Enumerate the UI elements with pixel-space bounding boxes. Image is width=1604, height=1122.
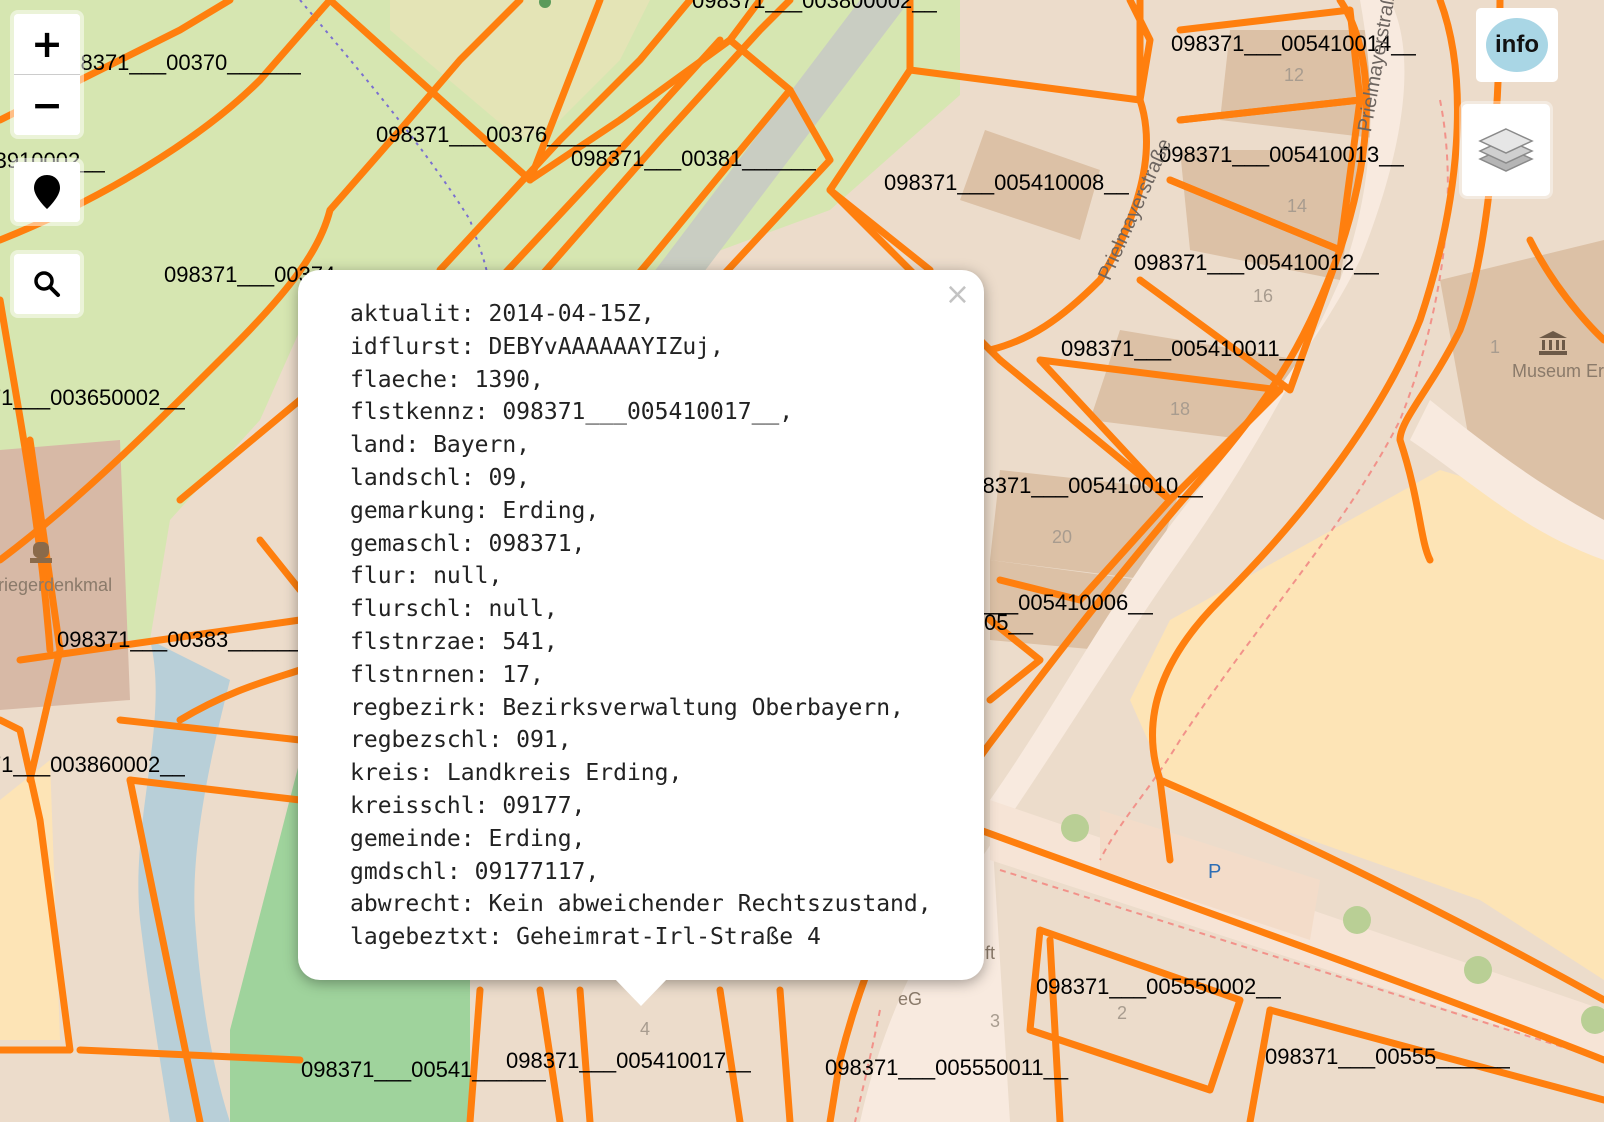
- property-line: gmdschl: 09177117,: [350, 858, 600, 885]
- parking-label: P: [1208, 861, 1222, 883]
- zoom-control: + −: [14, 14, 80, 135]
- locate-control: [14, 162, 80, 222]
- parcel-label: 098371___00370______: [56, 50, 301, 75]
- locate-button[interactable]: [14, 162, 80, 222]
- property-line: abwrecht: Kein abweichender Rechtszustan…: [350, 891, 932, 918]
- parcel-label: 098371___005410017__: [506, 1048, 751, 1073]
- house-number: 18: [1170, 399, 1191, 419]
- property-line: kreisschl: 09177,: [350, 792, 586, 819]
- poi-label: Museum Erding: [1512, 362, 1604, 380]
- feature-popup: × aktualit: 2014-04-15Z, idflurst: DEBYv…: [298, 270, 984, 980]
- parcel-label: 098371___005550002__: [1036, 974, 1281, 999]
- memorial-icon: [30, 542, 52, 563]
- info-button[interactable]: info: [1486, 18, 1548, 72]
- property-line: gemeinde: Erding,: [350, 825, 586, 852]
- playground-icon: [539, 0, 551, 8]
- property-line: flur: null,: [350, 563, 503, 590]
- parcel-label: 098371___005550011__: [825, 1055, 1069, 1080]
- layers-button[interactable]: [1462, 104, 1550, 196]
- parcel-label: 098371___003800002__: [692, 0, 937, 13]
- museum-icon: [1539, 331, 1567, 355]
- poi-label: eG: [898, 989, 923, 1009]
- parcel-label: 098371___005410010__: [958, 473, 1203, 498]
- house-number: 3: [990, 1011, 1001, 1031]
- house-number: 1: [1490, 337, 1501, 357]
- poi-label: Kriegerdenkmal: [0, 575, 113, 595]
- popup-properties: aktualit: 2014-04-15Z, idflurst: DEBYvAA…: [350, 298, 932, 954]
- map-pin-icon: [34, 175, 60, 209]
- popup-tip: [614, 978, 668, 1006]
- info-control: info: [1476, 8, 1558, 82]
- property-line: flstnrnen: 17,: [350, 661, 544, 688]
- property-line: gemaschl: 098371,: [350, 530, 586, 557]
- property-line: regbezschl: 091,: [350, 727, 572, 754]
- property-line: kreis: Landkreis Erding,: [350, 760, 683, 787]
- parcel-label: 098371___005410011__: [1061, 336, 1305, 361]
- property-line: idflurst: DEBYvAAAAAAYIZuj,: [350, 333, 724, 360]
- parcel-label: 05__: [984, 610, 1033, 635]
- minus-icon: −: [31, 83, 63, 127]
- house-number: 20: [1052, 527, 1073, 547]
- property-line: land: Bayern,: [350, 432, 531, 459]
- parcel-label: 098371___005410008__: [884, 170, 1129, 195]
- zoom-out-button[interactable]: −: [14, 74, 80, 135]
- zoom-in-button[interactable]: +: [14, 14, 80, 74]
- parcel-label: 098371___003650002__: [0, 385, 185, 410]
- property-line: flaeche: 1390,: [350, 366, 544, 393]
- poi-label: ft: [985, 943, 996, 963]
- parcel-label: 098371___00555______: [1265, 1044, 1510, 1069]
- plus-icon: +: [31, 22, 63, 66]
- layers-icon: [1478, 128, 1534, 172]
- search-control: [14, 254, 80, 314]
- parcel-label: 098371___005410012__: [1134, 250, 1379, 275]
- search-icon: [34, 271, 60, 297]
- house-number: 2: [1117, 1003, 1128, 1023]
- close-icon[interactable]: ×: [945, 280, 970, 310]
- house-number: 16: [1253, 286, 1274, 306]
- parcel-label: 098371___00376______: [376, 122, 621, 147]
- property-line: aktualit: 2014-04-15Z,: [350, 301, 655, 327]
- house-number: 14: [1287, 196, 1308, 216]
- property-line: flstkennz: 098371___005410017__,: [350, 399, 794, 426]
- property-line: landschl: 09,: [350, 464, 531, 491]
- property-line: flstnrzae: 541,: [350, 628, 558, 655]
- house-number: 12: [1284, 65, 1305, 85]
- property-line: lagebeztxt: Geheimrat-Irl-Straße 4: [350, 924, 821, 951]
- property-line: regbezirk: Bezirksverwaltung Oberbayern,: [350, 694, 904, 721]
- house-number: 4: [640, 1019, 651, 1039]
- property-line: flurschl: null,: [350, 596, 558, 623]
- parcel-label: 098371___00383______: [57, 627, 302, 652]
- parcel-label: 098371___003860002__: [0, 752, 185, 777]
- parcel-label: 098371___00381______: [571, 146, 816, 171]
- search-button[interactable]: [14, 254, 80, 314]
- property-line: gemarkung: Erding,: [350, 497, 600, 524]
- parcel-label: 098371___005410013__: [1159, 142, 1404, 167]
